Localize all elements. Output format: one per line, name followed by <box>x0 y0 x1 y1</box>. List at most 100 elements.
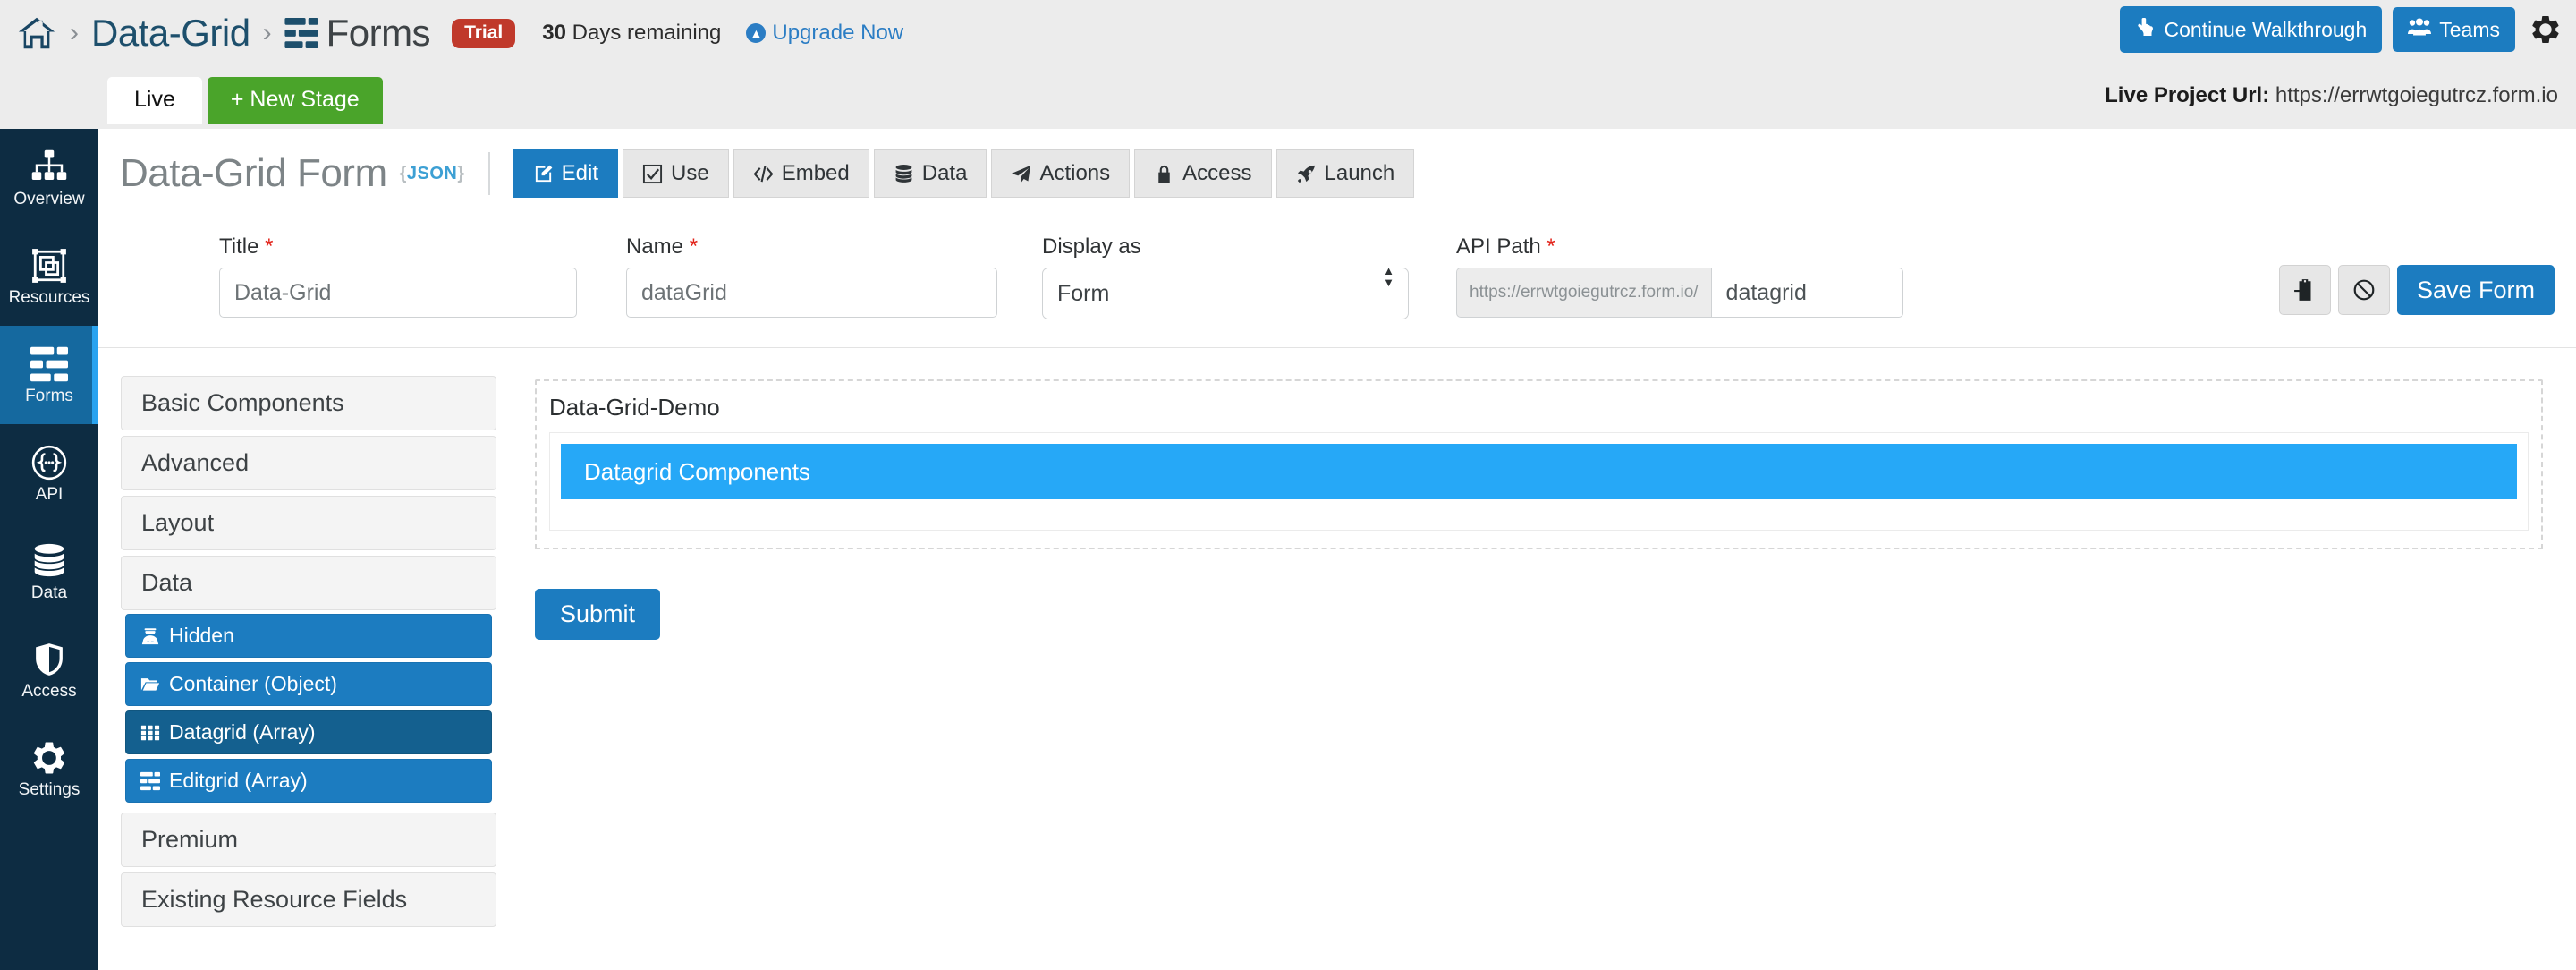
sidebar-item-api-label: API <box>35 485 64 504</box>
gear-icon[interactable] <box>2526 13 2562 46</box>
tab-embed[interactable]: Embed <box>733 149 869 198</box>
tab-launch[interactable]: Launch <box>1275 149 1415 198</box>
breadcrumb-item-data-grid[interactable]: Data-Grid <box>91 12 250 55</box>
breadcrumb-separator-1: › <box>70 18 79 47</box>
tab-data-label: Data <box>921 161 968 185</box>
palette-group-basic-components[interactable]: Basic Components <box>121 376 496 430</box>
panel-title: Data-Grid-Demo <box>549 394 720 421</box>
name-input[interactable] <box>626 268 997 318</box>
paper-plane-icon <box>1011 164 1031 184</box>
display-as-field-group: Display as Form ▲ ▼ <box>1042 234 1409 319</box>
sidebar-item-settings[interactable]: Settings <box>0 719 98 818</box>
json-brace-close: } <box>457 163 465 183</box>
page-title: Data-Grid Form <box>120 151 387 195</box>
component-editgrid-array[interactable]: Editgrid (Array) <box>125 759 492 803</box>
sidebar-item-overview-label: Overview <box>13 190 85 208</box>
sidebar-item-forms-label: Forms <box>25 387 73 405</box>
import-button[interactable] <box>2278 265 2331 315</box>
tab-edit[interactable]: Edit <box>513 149 619 198</box>
continue-walkthrough-button[interactable]: Continue Walkthrough <box>2119 6 2383 53</box>
days-text: Days remaining <box>572 21 722 45</box>
breadcrumb-item-forms[interactable]: Forms <box>284 12 431 55</box>
gear-icon <box>30 739 68 777</box>
name-required-marker: * <box>689 234 699 259</box>
forms-icon <box>284 18 318 48</box>
name-field-group: Name * <box>626 234 997 318</box>
component-container-object[interactable]: Container (Object) <box>125 662 492 706</box>
tab-use-label: Use <box>671 161 709 185</box>
breadcrumb: › Data-Grid › Forms Trial 30 Days remain… <box>16 0 903 66</box>
title-field-label: Title * <box>219 234 577 260</box>
sitemap-icon <box>30 149 68 186</box>
stage-tab-group: Live + New Stage <box>107 77 383 124</box>
tab-access-label: Access <box>1182 161 1252 185</box>
form-tab-group: Edit Use Embed Data Actions Access Launc… <box>513 149 1419 198</box>
component-editgrid-label: Editgrid (Array) <box>169 769 308 792</box>
component-datagrid-label: Datagrid (Array) <box>169 720 316 744</box>
home-icon[interactable] <box>16 13 57 54</box>
name-label-text: Name <box>626 234 684 259</box>
name-field-label: Name * <box>626 234 997 260</box>
sidebar-item-overview[interactable]: Overview <box>0 129 98 227</box>
stage-bar: Live + New Stage Live Project Url: https… <box>0 66 2576 129</box>
component-palette: Basic Components Advanced Layout Data Hi… <box>121 376 496 932</box>
sidebar-item-data[interactable]: Data <box>0 523 98 621</box>
trial-badge: Trial <box>452 18 516 48</box>
sidebar-item-forms[interactable]: Forms <box>0 326 98 424</box>
upgrade-now-link[interactable]: ▲ Upgrade Now <box>746 21 903 46</box>
folder-open-icon <box>140 675 160 694</box>
tab-actions-label: Actions <box>1039 161 1111 185</box>
title-field-group: Title * <box>219 234 577 318</box>
form-builder-canvas[interactable]: Data-Grid-Demo Datagrid Components <box>535 379 2543 549</box>
tab-data[interactable]: Data <box>873 149 987 198</box>
palette-group-data[interactable]: Data <box>121 556 496 610</box>
sidebar-item-access[interactable]: Access <box>0 621 98 719</box>
tab-access[interactable]: Access <box>1134 149 1272 198</box>
api-path-input[interactable] <box>1710 268 1903 318</box>
sidebar-item-access-label: Access <box>21 682 77 701</box>
code-icon <box>753 164 774 184</box>
title-required-marker: * <box>265 234 274 259</box>
cancel-button[interactable] <box>2337 265 2390 315</box>
palette-group-premium[interactable]: Premium <box>121 813 496 867</box>
component-datagrid-array[interactable]: Datagrid (Array) <box>125 710 492 754</box>
lock-icon <box>1154 164 1174 184</box>
shield-icon <box>30 641 68 678</box>
display-as-value: Form <box>1057 280 1110 306</box>
tab-actions[interactable]: Actions <box>991 149 1131 198</box>
continue-walkthrough-label: Continue Walkthrough <box>2164 17 2368 41</box>
palette-group-layout[interactable]: Layout <box>121 496 496 550</box>
api-braces-icon <box>30 444 68 481</box>
title-divider <box>487 152 490 195</box>
datagrid-component-block[interactable]: Datagrid Components <box>561 444 2517 499</box>
users-icon <box>2408 17 2432 42</box>
api-path-field-group: API Path * https://errwtgoiegutrcz.form.… <box>1456 234 1903 318</box>
teams-button[interactable]: Teams <box>2393 7 2515 52</box>
upgrade-now-label: Upgrade Now <box>772 21 904 45</box>
palette-group-advanced[interactable]: Advanced <box>121 436 496 490</box>
tab-edit-label: Edit <box>561 161 599 185</box>
sidebar-item-resources[interactable]: Resources <box>0 227 98 326</box>
datagrid-component-label: Datagrid Components <box>584 457 810 485</box>
display-as-select[interactable]: Form ▲ ▼ <box>1042 263 1409 319</box>
rocket-icon <box>1296 164 1317 184</box>
sidebar-item-api[interactable]: API <box>0 424 98 523</box>
tab-embed-label: Embed <box>781 161 850 185</box>
title-input[interactable] <box>219 268 577 318</box>
chevron-updown-icon: ▲ ▼ <box>1383 263 1394 289</box>
save-form-button[interactable]: Save Form <box>2396 265 2555 315</box>
list-rows-icon <box>140 771 160 791</box>
new-stage-button[interactable]: + New Stage <box>207 77 383 124</box>
database-icon <box>30 542 68 580</box>
component-hidden-label: Hidden <box>169 624 234 647</box>
tab-launch-label: Launch <box>1324 161 1395 185</box>
tab-use[interactable]: Use <box>623 149 729 198</box>
stage-tab-live[interactable]: Live <box>107 77 202 124</box>
component-hidden[interactable]: Hidden <box>125 614 492 658</box>
json-tag[interactable]: {JSON} <box>400 164 465 184</box>
teams-label: Teams <box>2439 17 2500 41</box>
form-actions: Save Form <box>2278 265 2555 315</box>
submit-button[interactable]: Submit <box>535 589 661 640</box>
api-path-prefix: https://errwtgoiegutrcz.form.io/ <box>1456 268 1711 318</box>
palette-group-existing-resource-fields[interactable]: Existing Resource Fields <box>121 872 496 927</box>
